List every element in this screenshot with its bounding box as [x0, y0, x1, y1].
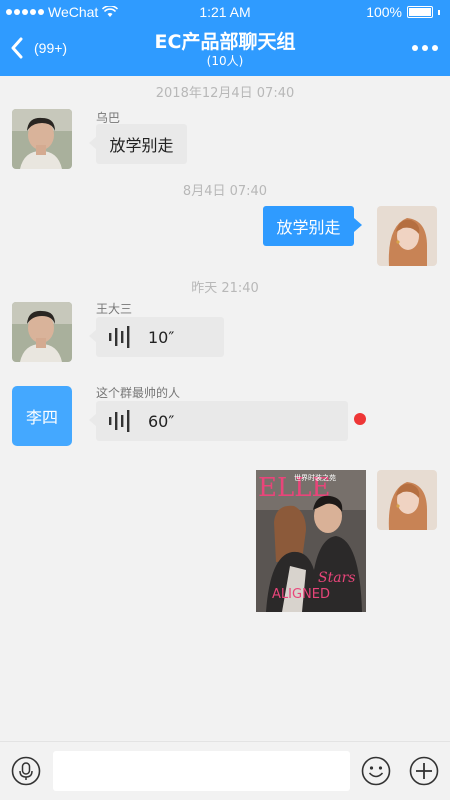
voice-wave-icon [109, 410, 130, 432]
message-text: 放学别走 [276, 218, 341, 237]
timestamp: 昨天 21:40 [191, 281, 259, 296]
voice-input-button[interactable] [11, 756, 41, 786]
avatar[interactable] [12, 302, 72, 362]
chat-title: EC产品部聊天组 [154, 31, 296, 53]
emoji-button[interactable] [361, 756, 391, 786]
sender-name: 这个群最帅的人 [96, 386, 181, 400]
cover-line: ALIGNED [272, 587, 330, 602]
avatar-initials: 李四 [25, 408, 58, 427]
sender-name: 王大三 [96, 302, 133, 316]
avatar[interactable]: 李四 [12, 386, 72, 446]
magazine-tagline: 世界时装之苑 [294, 473, 336, 482]
status-bar: WeChat 1:21 AM 100% [0, 0, 450, 24]
message-bubble[interactable]: 放学别走 [89, 124, 187, 164]
more-icon [412, 45, 418, 51]
more-button[interactable] [412, 45, 438, 51]
voice-message[interactable]: 10″ [89, 317, 224, 357]
voice-duration: 60″ [148, 411, 175, 431]
message-input[interactable] [53, 751, 350, 791]
message-text: 放学别走 [109, 136, 174, 155]
my-avatar[interactable] [377, 206, 437, 266]
timestamp: 2018年12月4日 07:40 [155, 86, 295, 101]
add-button[interactable] [409, 756, 439, 786]
voice-message[interactable]: 60″ [89, 401, 348, 441]
input-bar [0, 741, 450, 800]
unread-dot [354, 413, 366, 425]
message-bubble-outgoing[interactable]: 放学别走 [263, 206, 362, 246]
voice-wave-icon [109, 326, 130, 348]
image-message[interactable]: ELLE 世界时装之苑 Stars ALIGNED [256, 470, 366, 612]
chat-header: WeChat 1:21 AM 100% (99+) EC产品部聊天组 (10人) [0, 0, 450, 76]
avatar[interactable] [12, 109, 72, 169]
cover-line: Stars [318, 570, 355, 586]
battery-icon [407, 6, 433, 18]
timestamp: 8月4日 07:40 [182, 184, 268, 199]
my-avatar[interactable] [377, 470, 437, 530]
voice-duration: 10″ [148, 327, 175, 347]
member-count: (10人) [206, 54, 244, 68]
battery-percent: 100% [366, 4, 402, 20]
